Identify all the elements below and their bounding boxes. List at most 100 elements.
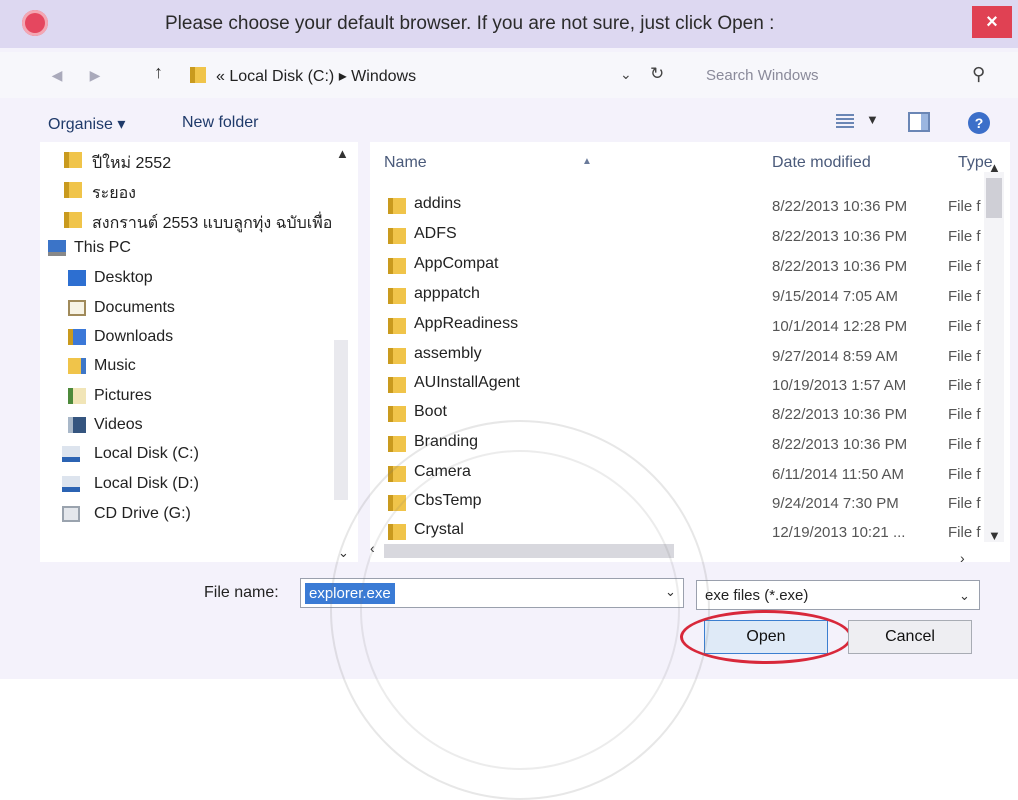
file-date: 8/22/2013 10:36 PM: [772, 258, 908, 275]
file-type: File f: [948, 495, 981, 512]
new-folder-button[interactable]: New folder: [182, 114, 258, 132]
file-date: 8/22/2013 10:36 PM: [772, 406, 908, 423]
command-toolbar: Organise ▾ New folder ▼ ?: [0, 104, 1018, 140]
refresh-icon[interactable]: ↻: [650, 64, 664, 84]
pictures-icon: [68, 388, 86, 404]
address-path[interactable]: « Local Disk (C:) ▸ Windows: [216, 66, 416, 86]
preview-pane-icon[interactable]: [908, 112, 930, 132]
nav-item-label: Pictures: [94, 387, 152, 404]
computer-icon: [48, 240, 66, 256]
file-type-select[interactable]: exe files (*.exe) ⌄: [696, 580, 980, 610]
local-disk-icon: [62, 476, 80, 492]
title-bar: Please choose your default browser. If y…: [0, 0, 1018, 48]
chevron-down-icon[interactable]: ⌄: [959, 588, 970, 604]
open-file-dialog: Please choose your default browser. If y…: [0, 0, 1018, 800]
documents-icon: [68, 300, 86, 316]
column-header-name[interactable]: Name ▲: [384, 154, 592, 172]
cancel-button[interactable]: Cancel: [848, 620, 972, 654]
watermark-seal-inner: [360, 450, 680, 770]
file-type: File f: [948, 198, 981, 215]
file-name-label: File name:: [204, 584, 279, 601]
file-type: File f: [948, 228, 981, 245]
file-type: File f: [948, 524, 981, 541]
file-date: 9/15/2014 7:05 AM: [772, 288, 898, 305]
nav-item-label: ระยอง: [92, 185, 136, 202]
folder-icon: [388, 436, 406, 452]
file-type: File f: [948, 436, 981, 453]
folder-icon: [388, 228, 406, 244]
list-scrollbar-track[interactable]: [984, 172, 1004, 542]
file-type: File f: [948, 288, 981, 305]
folder-icon: [388, 377, 406, 393]
scroll-right-arrow-icon[interactable]: ›: [960, 550, 965, 566]
navigation-pane: ปีใหม่ 2552 ระยอง สงกรานต์ 2553 แบบลูกทุ…: [40, 142, 358, 562]
search-placeholder: Search Windows: [706, 67, 819, 84]
file-date: 10/19/2013 1:57 AM: [772, 377, 907, 394]
file-type: File f: [948, 318, 981, 335]
file-type: File f: [948, 466, 981, 483]
file-name: assembly: [414, 345, 482, 362]
file-name: AppCompat: [414, 255, 499, 272]
file-row[interactable]: AUInstallAgent 10/19/2013 1:57 AM File f: [370, 371, 1010, 399]
scroll-up-arrow-icon[interactable]: ▲: [988, 160, 1001, 175]
nav-item-label: Videos: [94, 416, 143, 433]
scroll-up-arrow-icon[interactable]: ▲: [336, 146, 349, 161]
file-name: Boot: [414, 403, 447, 420]
file-row[interactable]: AppCompat 8/22/2013 10:36 PM File f: [370, 252, 1010, 280]
music-icon: [68, 358, 86, 374]
file-row[interactable]: ADFS 8/22/2013 10:36 PM File f: [370, 222, 1010, 250]
file-row[interactable]: Boot 8/22/2013 10:36 PM File f: [370, 400, 1010, 428]
back-arrow-icon[interactable]: ◀: [44, 64, 70, 86]
list-scrollbar-thumb[interactable]: [986, 178, 1002, 218]
close-button[interactable]: ×: [972, 6, 1012, 38]
file-name: ADFS: [414, 225, 457, 242]
nav-item-label: ปีใหม่ 2552: [92, 155, 172, 172]
view-options-icon[interactable]: [836, 114, 854, 128]
nav-item-label: Documents: [94, 299, 175, 316]
forward-arrow-icon[interactable]: ▶: [82, 64, 108, 86]
chevron-down-icon[interactable]: ⌄: [620, 66, 632, 83]
folder-icon: [388, 348, 406, 364]
organise-menu-button[interactable]: Organise ▾: [48, 114, 125, 134]
scroll-down-arrow-icon[interactable]: ▼: [988, 528, 1001, 543]
folder-icon: [388, 318, 406, 334]
folder-icon: [388, 406, 406, 422]
app-icon: [22, 10, 48, 36]
file-date: 12/19/2013 10:21 ...: [772, 524, 906, 541]
cd-drive-icon: [62, 506, 80, 522]
folder-icon: [388, 198, 406, 214]
desktop-icon: [68, 270, 86, 286]
nav-scrollbar-thumb[interactable]: [334, 340, 348, 500]
file-type: File f: [948, 406, 981, 423]
up-arrow-icon[interactable]: ↑: [154, 62, 163, 83]
folder-icon: [388, 288, 406, 304]
help-icon[interactable]: ?: [968, 112, 990, 134]
file-name: addins: [414, 195, 462, 212]
chevron-down-icon[interactable]: ▼: [866, 112, 879, 127]
nav-item-label: CD Drive (G:): [94, 505, 191, 522]
file-row[interactable]: assembly 9/27/2014 8:59 AM File f: [370, 342, 1010, 370]
local-disk-icon: [62, 446, 80, 462]
downloads-icon: [68, 329, 86, 345]
nav-item-label: Music: [94, 357, 136, 374]
folder-icon: [64, 152, 82, 168]
sort-arrow-icon: ▲: [582, 156, 592, 167]
folder-icon: [64, 212, 82, 228]
file-date: 8/22/2013 10:36 PM: [772, 198, 908, 215]
file-name: AppReadiness: [414, 315, 519, 332]
nav-item-label: Downloads: [94, 328, 174, 345]
folder-icon: [388, 258, 406, 274]
column-header-label: Name: [384, 154, 427, 171]
search-input[interactable]: Search Windows ⚲: [694, 60, 994, 90]
address-bar-row: ◀ ▶ ↑ « Local Disk (C:) ▸ Windows ⌄ ↻ Se…: [0, 52, 1018, 98]
search-icon[interactable]: ⚲: [972, 64, 985, 85]
column-header-date[interactable]: Date modified: [772, 154, 871, 172]
file-type: File f: [948, 258, 981, 275]
file-row[interactable]: AppReadiness 10/1/2014 12:28 PM File f: [370, 312, 1010, 340]
file-date: 10/1/2014 12:28 PM: [772, 318, 908, 335]
file-row[interactable]: addins 8/22/2013 10:36 PM File f: [370, 192, 1010, 220]
file-date: 8/22/2013 10:36 PM: [772, 228, 908, 245]
file-row[interactable]: apppatch 9/15/2014 7:05 AM File f: [370, 282, 1010, 310]
folder-icon: [64, 182, 82, 198]
file-date: 6/11/2014 11:50 AM: [772, 466, 905, 483]
